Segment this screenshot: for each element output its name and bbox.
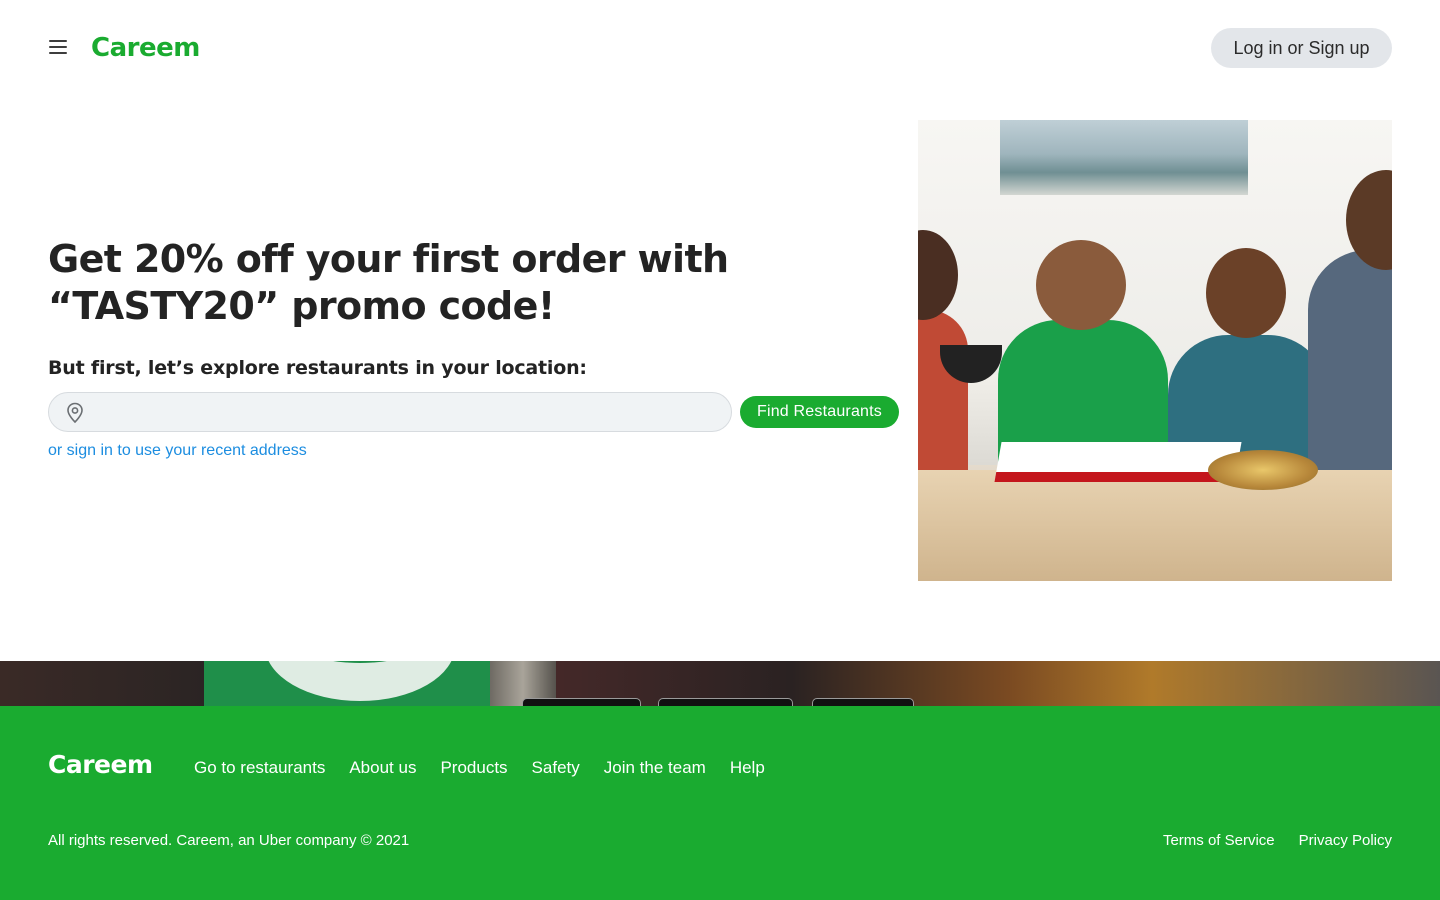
careem-logo[interactable]: Careem — [91, 34, 200, 62]
hamburger-menu-icon[interactable] — [48, 38, 68, 58]
footer-nav: Go to restaurants About us Products Safe… — [194, 758, 765, 778]
footer-link-about[interactable]: About us — [349, 758, 416, 778]
photo-person — [918, 310, 968, 480]
menu-line — [49, 52, 67, 54]
footer-careem-logo[interactable]: Careem — [48, 751, 153, 779]
footer-link-restaurants[interactable]: Go to restaurants — [194, 758, 325, 778]
hero-subtitle: But first, let’s explore restaurants in … — [48, 357, 587, 379]
copyright-text: All rights reserved. Careem, an Uber com… — [48, 832, 410, 849]
privacy-policy-link[interactable]: Privacy Policy — [1299, 832, 1392, 850]
location-search-field[interactable] — [48, 392, 732, 432]
footer: Careem Go to restaurants About us Produc… — [0, 706, 1440, 900]
find-restaurants-button[interactable]: Find Restaurants — [740, 396, 899, 428]
photo-pizza-box — [994, 442, 1242, 482]
terms-of-service-link[interactable]: Terms of Service — [1163, 832, 1275, 850]
app-download-banner — [0, 661, 1440, 706]
google-play-badge[interactable] — [658, 698, 793, 706]
photo-painting — [1000, 120, 1248, 195]
top-header: Careem Log in or Sign up — [0, 0, 1440, 96]
photo-salad — [1208, 450, 1318, 490]
app-store-badge[interactable] — [522, 698, 641, 706]
hero-title: Get 20% off your first order with “TASTY… — [48, 237, 729, 328]
location-pin-icon — [67, 402, 83, 424]
menu-line — [49, 46, 67, 48]
photo-person — [1308, 250, 1392, 470]
logo-text: Careem — [91, 33, 200, 63]
app-gallery-badge[interactable] — [812, 698, 914, 706]
footer-legal-links: Terms of Service Privacy Policy — [1163, 832, 1392, 850]
login-signup-button[interactable]: Log in or Sign up — [1211, 28, 1392, 68]
photo-person — [1036, 240, 1126, 330]
footer-link-products[interactable]: Products — [440, 758, 507, 778]
photo-table — [918, 470, 1392, 581]
photo-person — [1206, 248, 1286, 338]
footer-link-help[interactable]: Help — [730, 758, 765, 778]
footer-link-safety[interactable]: Safety — [532, 758, 580, 778]
footer-link-join-team[interactable]: Join the team — [604, 758, 706, 778]
menu-line — [49, 40, 67, 42]
hero-photo-friends-eating — [918, 120, 1392, 581]
location-input[interactable] — [93, 393, 723, 431]
signin-recent-address-link[interactable]: or sign in to use your recent address — [48, 442, 307, 460]
